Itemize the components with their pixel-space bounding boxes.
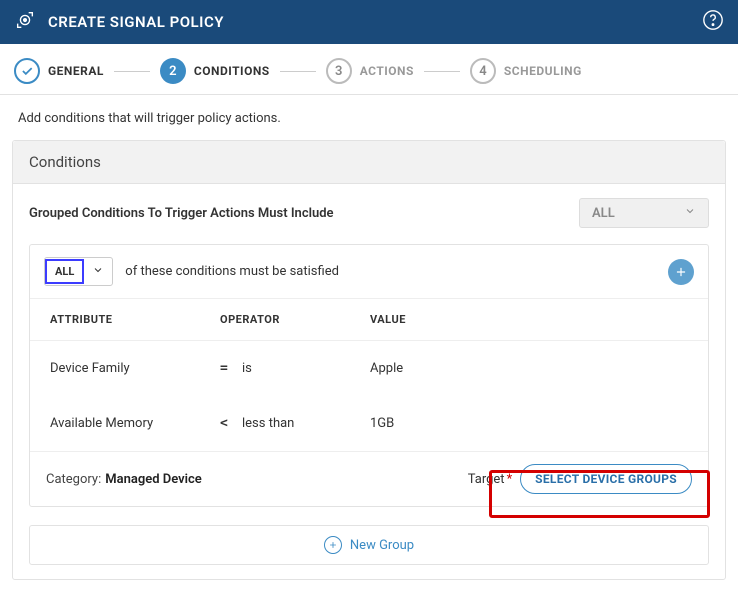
step-general[interactable]: GENERAL bbox=[14, 58, 104, 84]
page-title: CREATE SIGNAL POLICY bbox=[48, 13, 702, 31]
step-actions[interactable]: 3 ACTIONS bbox=[326, 58, 414, 84]
condition-value: Apple bbox=[370, 361, 688, 376]
check-icon bbox=[14, 58, 40, 84]
select-value: ALL bbox=[45, 259, 84, 284]
wizard-stepper: GENERAL 2 CONDITIONS 3 ACTIONS 4 SCHEDUL… bbox=[0, 44, 738, 95]
step-number: 3 bbox=[326, 58, 352, 84]
operator-text: is bbox=[242, 361, 252, 376]
grouped-include-select[interactable]: ALL bbox=[579, 198, 709, 228]
select-value: ALL bbox=[592, 206, 615, 221]
operator-text: less than bbox=[242, 416, 294, 431]
step-label: SCHEDULING bbox=[504, 64, 582, 78]
select-device-groups-button[interactable]: SELECT DEVICE GROUPS bbox=[520, 464, 692, 494]
titlebar: CREATE SIGNAL POLICY bbox=[0, 0, 738, 44]
signal-policy-icon bbox=[14, 9, 36, 35]
condition-row[interactable]: Device Family = is Apple bbox=[30, 341, 708, 396]
col-attribute: ATTRIBUTE bbox=[50, 313, 220, 326]
step-separator bbox=[280, 71, 316, 72]
condition-group-header: ALL of these conditions must be satisfie… bbox=[30, 245, 708, 299]
step-conditions[interactable]: 2 CONDITIONS bbox=[160, 58, 270, 84]
match-mode-select[interactable]: ALL bbox=[44, 257, 113, 286]
match-mode-text: of these conditions must be satisfied bbox=[125, 264, 339, 279]
help-icon[interactable] bbox=[702, 9, 724, 35]
panel-title: Conditions bbox=[13, 141, 725, 184]
step-scheduling[interactable]: 4 SCHEDULING bbox=[470, 58, 582, 84]
step-label: GENERAL bbox=[48, 64, 104, 78]
category-label: Category: bbox=[46, 472, 101, 487]
step-label: ACTIONS bbox=[360, 64, 414, 78]
condition-group: ALL of these conditions must be satisfie… bbox=[29, 244, 709, 507]
grouped-include-label: Grouped Conditions To Trigger Actions Mu… bbox=[29, 206, 334, 221]
required-indicator: * bbox=[507, 472, 513, 487]
condition-operator: = is bbox=[220, 361, 370, 376]
condition-attribute: Device Family bbox=[50, 361, 220, 376]
new-group-button[interactable]: New Group bbox=[29, 525, 709, 565]
condition-row[interactable]: Available Memory < less than 1GB bbox=[30, 396, 708, 451]
page-description: Add conditions that will trigger policy … bbox=[0, 95, 738, 140]
category-value: Managed Device bbox=[105, 472, 202, 487]
add-condition-button[interactable] bbox=[668, 259, 694, 285]
condition-group-footer: Category: Managed Device Target * SELECT… bbox=[30, 451, 708, 506]
conditions-table-header: ATTRIBUTE OPERATOR VALUE bbox=[30, 299, 708, 341]
operator-symbol: = bbox=[220, 361, 232, 376]
step-separator bbox=[114, 71, 150, 72]
step-number: 2 bbox=[160, 58, 186, 84]
chevron-down-icon bbox=[684, 205, 696, 221]
step-number: 4 bbox=[470, 58, 496, 84]
step-separator bbox=[424, 71, 460, 72]
condition-attribute: Available Memory bbox=[50, 416, 220, 431]
target-label: Target bbox=[468, 472, 505, 487]
condition-value: 1GB bbox=[370, 416, 688, 431]
conditions-panel: Conditions Grouped Conditions To Trigger… bbox=[12, 140, 726, 580]
col-operator: OPERATOR bbox=[220, 313, 370, 326]
step-label: CONDITIONS bbox=[194, 64, 270, 78]
col-value: VALUE bbox=[370, 313, 688, 326]
operator-symbol: < bbox=[220, 416, 232, 431]
new-group-label: New Group bbox=[350, 538, 414, 553]
grouped-include-row: Grouped Conditions To Trigger Actions Mu… bbox=[29, 198, 709, 228]
condition-operator: < less than bbox=[220, 416, 370, 431]
chevron-down-icon bbox=[84, 258, 112, 285]
plus-circle-icon bbox=[324, 536, 342, 554]
